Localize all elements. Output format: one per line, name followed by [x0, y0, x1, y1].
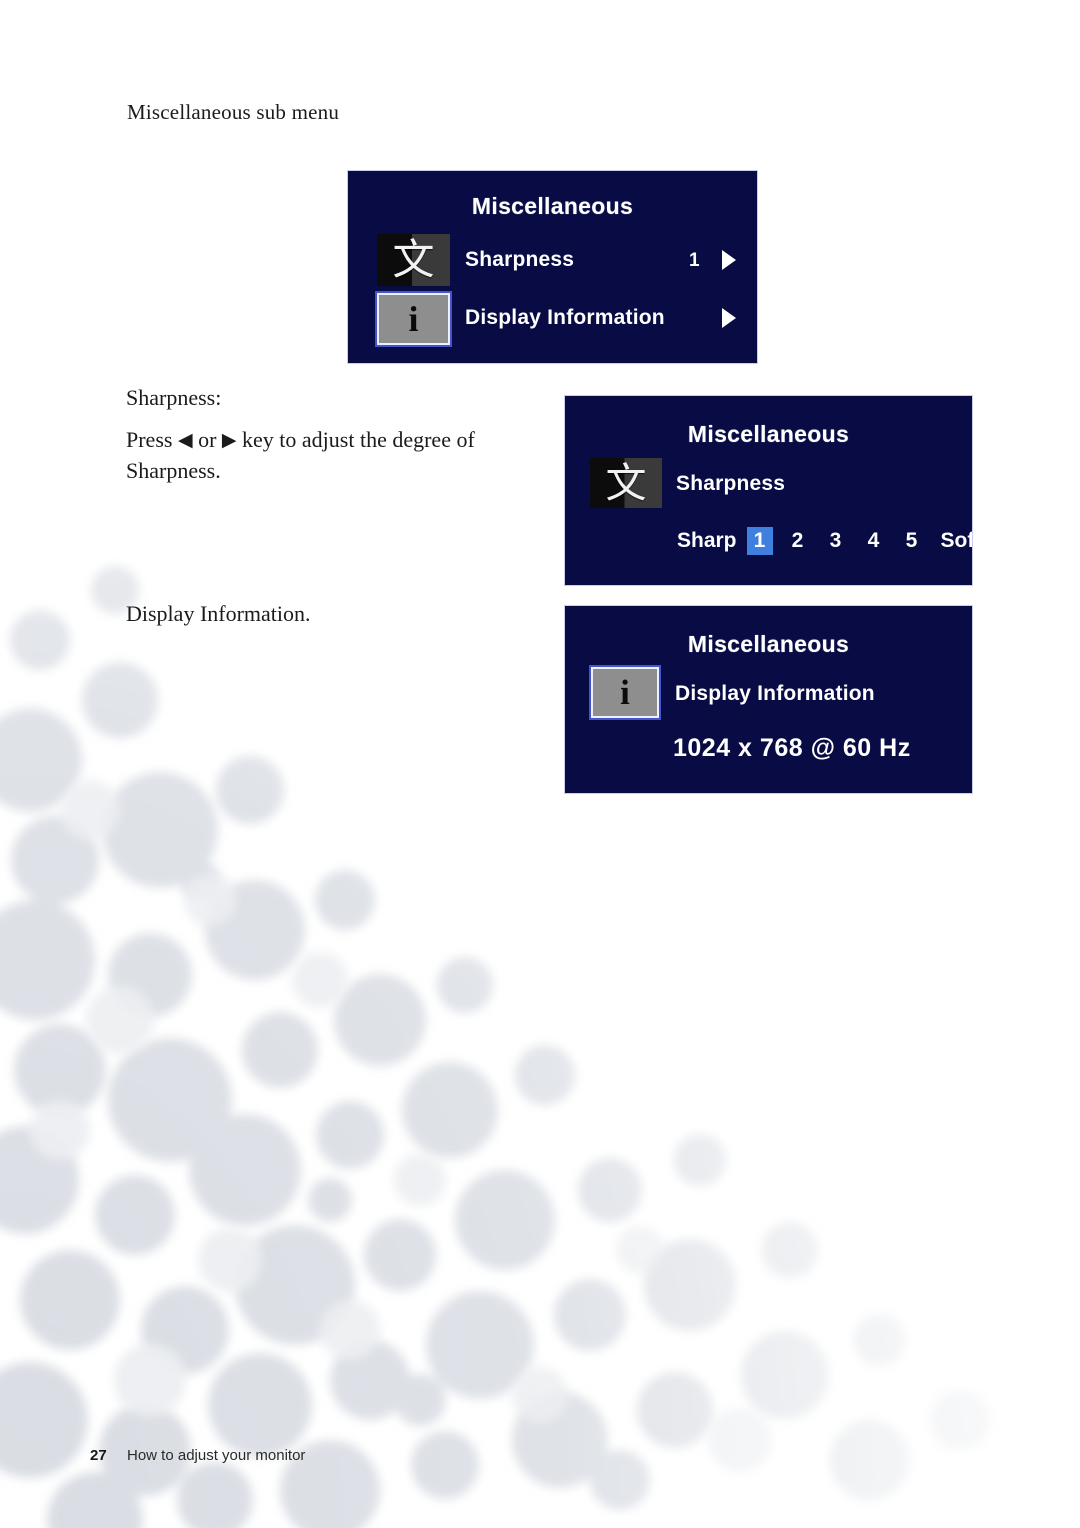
osd-menu-item-label: Display Information [465, 306, 665, 329]
scale-step-2[interactable]: 2 [785, 527, 811, 555]
chinese-character-wen-icon: 文 [377, 234, 450, 286]
osd-display-information-item: Display Information [675, 682, 875, 706]
osd-display-information-panel: Miscellaneous i Display Information 1024… [564, 605, 973, 794]
footer-chapter-title: How to adjust your monitor [127, 1447, 306, 1464]
right-arrow-key-icon: ▶ [221, 430, 237, 451]
osd-menu-item-display-information[interactable]: Display Information [465, 306, 665, 330]
osd-menu-item-sharpness[interactable]: Sharpness [465, 248, 574, 272]
display-information-caption: Display Information. [126, 601, 311, 626]
sharpness-instruction: Press ◀ or ▶ key to adjust the degree of… [126, 424, 526, 486]
scale-max-label: Soft [940, 529, 972, 552]
osd-sharpness-title: Miscellaneous [687, 421, 850, 447]
osd-display-information-title: Miscellaneous [687, 631, 850, 657]
info-icon: i [589, 665, 661, 720]
osd-menu-title: Miscellaneous [471, 193, 634, 219]
page-title: Miscellaneous sub menu [127, 100, 340, 124]
osd-miscellaneous-menu: Miscellaneous 文 Sharpness 1 i Display In… [347, 170, 758, 364]
scale-step-3[interactable]: 3 [823, 527, 849, 555]
wen-glyph: 文 [392, 235, 435, 284]
sharpness-caption: Sharpness: [126, 385, 222, 410]
left-arrow-key-icon: ◀ [177, 430, 193, 451]
osd-sharpness-item: Sharpness [676, 472, 785, 496]
display-resolution-value: 1024 x 768 @ 60 Hz [673, 734, 911, 762]
page-footer: 27 How to adjust your monitor [90, 1447, 305, 1464]
osd-sharpness-label: Sharpness [676, 472, 786, 495]
chevron-right-icon[interactable] [722, 308, 736, 328]
osd-menu-item-label: Sharpness [465, 248, 575, 271]
info-glyph: i [408, 299, 419, 339]
osd-sharpness-value: 1 [689, 250, 700, 271]
scale-min-label: Sharp [677, 529, 737, 552]
scale-step-4[interactable]: 4 [861, 527, 887, 555]
osd-display-information-label: Display Information [675, 682, 875, 705]
scale-step-1[interactable]: 1 [746, 527, 773, 555]
chevron-right-icon[interactable] [722, 250, 736, 270]
chinese-character-wen-icon: 文 [590, 458, 662, 508]
footer-page-number: 27 [90, 1447, 107, 1464]
wen-glyph: 文 [605, 458, 647, 507]
scale-step-5[interactable]: 5 [899, 527, 925, 555]
instruction-text-mid: or [192, 427, 222, 452]
osd-sharpness-panel: Miscellaneous 文 Sharpness Sharp 1 2 3 4 … [564, 395, 973, 586]
info-icon: i [375, 291, 452, 347]
instruction-text-pre: Press [126, 427, 178, 452]
sharpness-scale[interactable]: Sharp 1 2 3 4 5 Soft [673, 527, 972, 555]
info-glyph: i [620, 673, 630, 712]
